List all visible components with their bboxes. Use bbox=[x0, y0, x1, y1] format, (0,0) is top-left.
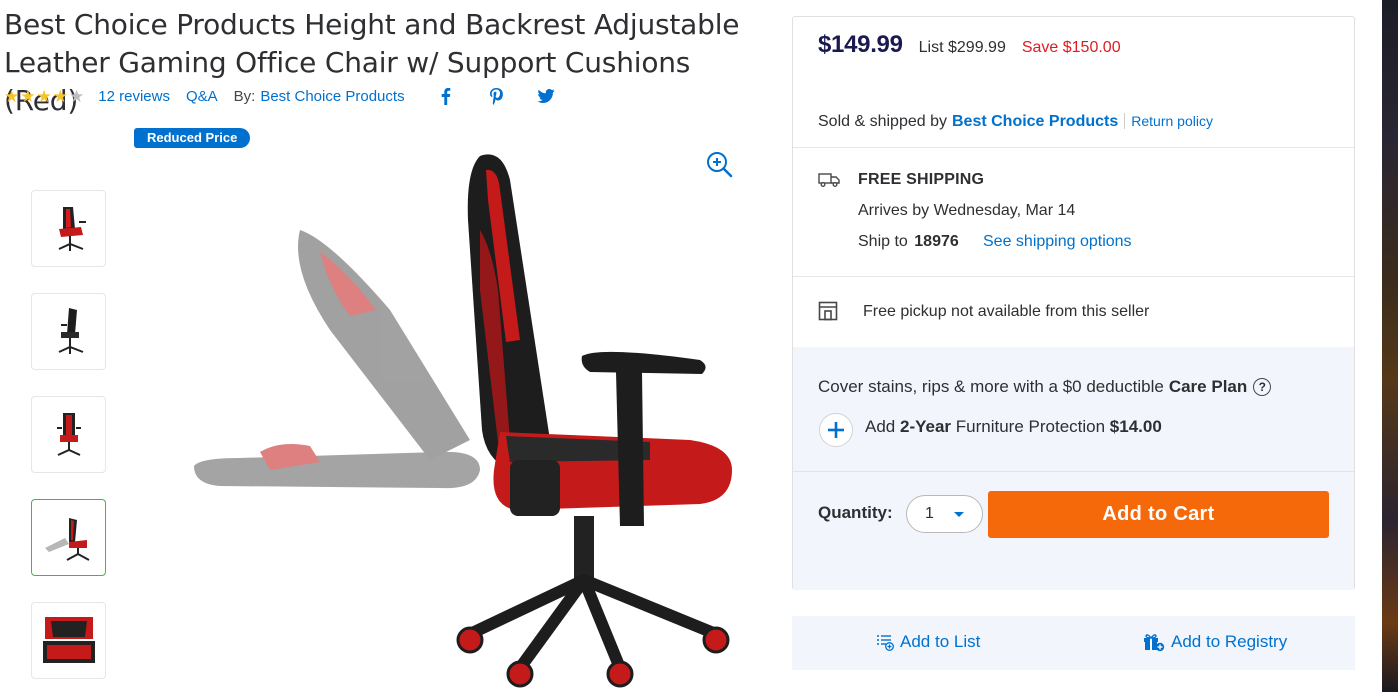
protection-add-label: Add bbox=[865, 417, 896, 436]
thumbnail-list bbox=[31, 190, 107, 692]
thumbnail-5[interactable] bbox=[31, 602, 106, 679]
protection-years: 2-Year bbox=[899, 417, 952, 436]
product-meta-row: ★ ★ ★ ★ ★ 12 reviews Q&A By: Best Choice… bbox=[4, 84, 555, 108]
protection-offer: Add 2-Year Furniture Protection $14.00 bbox=[865, 417, 1162, 437]
quantity-select[interactable]: 1 bbox=[906, 495, 983, 533]
quantity-value: 1 bbox=[925, 505, 934, 522]
chair-thumbnail-image bbox=[56, 412, 81, 456]
thumbnail-2[interactable] bbox=[31, 293, 106, 370]
protection-type: Furniture Protection bbox=[955, 417, 1106, 436]
star-rating[interactable]: ★ ★ ★ ★ ★ bbox=[4, 88, 84, 105]
star-icon: ★ bbox=[4, 86, 20, 106]
star-icon: ★ bbox=[52, 86, 68, 106]
by-label: By: bbox=[233, 87, 256, 105]
qa-link[interactable]: Q&A bbox=[186, 88, 218, 105]
store-icon bbox=[818, 301, 838, 321]
chair-thumbnail-image bbox=[58, 206, 86, 251]
arrival-date: Arrives by Wednesday, Mar 14 bbox=[858, 202, 1076, 219]
protection-price: $14.00 bbox=[1109, 417, 1162, 436]
facebook-icon[interactable] bbox=[437, 87, 455, 105]
care-plan-text: Cover stains, rips & more with a $0 dedu… bbox=[818, 377, 1164, 396]
divider bbox=[793, 147, 1354, 148]
price-row: $149.99 List $299.99 Save $150.00 bbox=[818, 31, 1121, 59]
list-add-icon bbox=[877, 635, 894, 651]
care-plan-section: Cover stains, rips & more with a $0 dedu… bbox=[793, 347, 1354, 590]
star-icon: ★ bbox=[20, 86, 36, 106]
buy-box: $149.99 List $299.99 Save $150.00 Sold &… bbox=[792, 16, 1355, 590]
divider bbox=[793, 276, 1354, 277]
pickup-availability: Free pickup not available from this sell… bbox=[863, 303, 1150, 320]
ship-to-label: Ship to bbox=[858, 233, 908, 250]
divider bbox=[793, 471, 1354, 472]
add-to-cart-button[interactable]: Add to Cart bbox=[988, 491, 1329, 538]
social-share bbox=[437, 87, 555, 105]
seller-link[interactable]: Best Choice Products bbox=[952, 113, 1118, 131]
care-plan-name: Care Plan bbox=[1168, 377, 1248, 396]
star-icon: ★ bbox=[36, 86, 52, 106]
care-plan-line: Cover stains, rips & more with a $0 dedu… bbox=[818, 377, 1272, 397]
sold-by-label: Sold & shipped by bbox=[818, 113, 947, 130]
shipping-options-link[interactable]: See shipping options bbox=[983, 233, 1132, 251]
truck-icon bbox=[818, 173, 840, 187]
free-shipping-title: FREE SHIPPING bbox=[858, 171, 985, 188]
chair-thumbnail-image bbox=[42, 616, 95, 663]
add-to-list-button[interactable]: Add to List bbox=[876, 632, 980, 652]
ship-to-zip: 18976 bbox=[914, 233, 959, 250]
list-actions-bar: Add to List Add to Registry bbox=[792, 616, 1355, 670]
chair-thumbnail-image bbox=[58, 307, 83, 354]
background-edge bbox=[1382, 0, 1398, 692]
product-page: Best Choice Products Height and Backrest… bbox=[0, 0, 1398, 692]
thumbnail-1[interactable] bbox=[31, 190, 106, 267]
plus-icon bbox=[828, 422, 844, 438]
add-protection-button[interactable] bbox=[819, 413, 853, 447]
star-empty-icon: ★ bbox=[69, 86, 85, 106]
pinterest-icon[interactable] bbox=[487, 87, 505, 105]
gift-add-icon bbox=[1144, 634, 1165, 652]
quantity-label: Quantity: bbox=[818, 503, 893, 522]
add-to-registry-label: Add to Registry bbox=[1171, 632, 1288, 651]
add-to-list-label: Add to List bbox=[900, 632, 981, 651]
savings: Save $150.00 bbox=[1021, 39, 1121, 56]
current-price: $149.99 bbox=[818, 31, 903, 58]
list-price: List $299.99 bbox=[918, 39, 1006, 56]
seller-row: Sold & shipped by Best Choice Products R… bbox=[818, 113, 1213, 131]
return-policy-link[interactable]: Return policy bbox=[1124, 113, 1213, 129]
chair-thumbnail-image bbox=[44, 517, 89, 561]
main-product-image[interactable] bbox=[180, 140, 760, 692]
caret-down-icon bbox=[954, 512, 964, 517]
help-icon[interactable]: ? bbox=[1253, 378, 1272, 396]
twitter-icon[interactable] bbox=[537, 87, 555, 105]
brand-link[interactable]: Best Choice Products bbox=[260, 88, 404, 105]
add-to-registry-button[interactable]: Add to Registry bbox=[1143, 632, 1287, 652]
thumbnail-4[interactable] bbox=[31, 499, 106, 576]
reviews-link[interactable]: 12 reviews bbox=[98, 88, 170, 105]
ship-to-row: Ship to 18976 bbox=[858, 233, 959, 251]
thumbnail-3[interactable] bbox=[31, 396, 106, 473]
